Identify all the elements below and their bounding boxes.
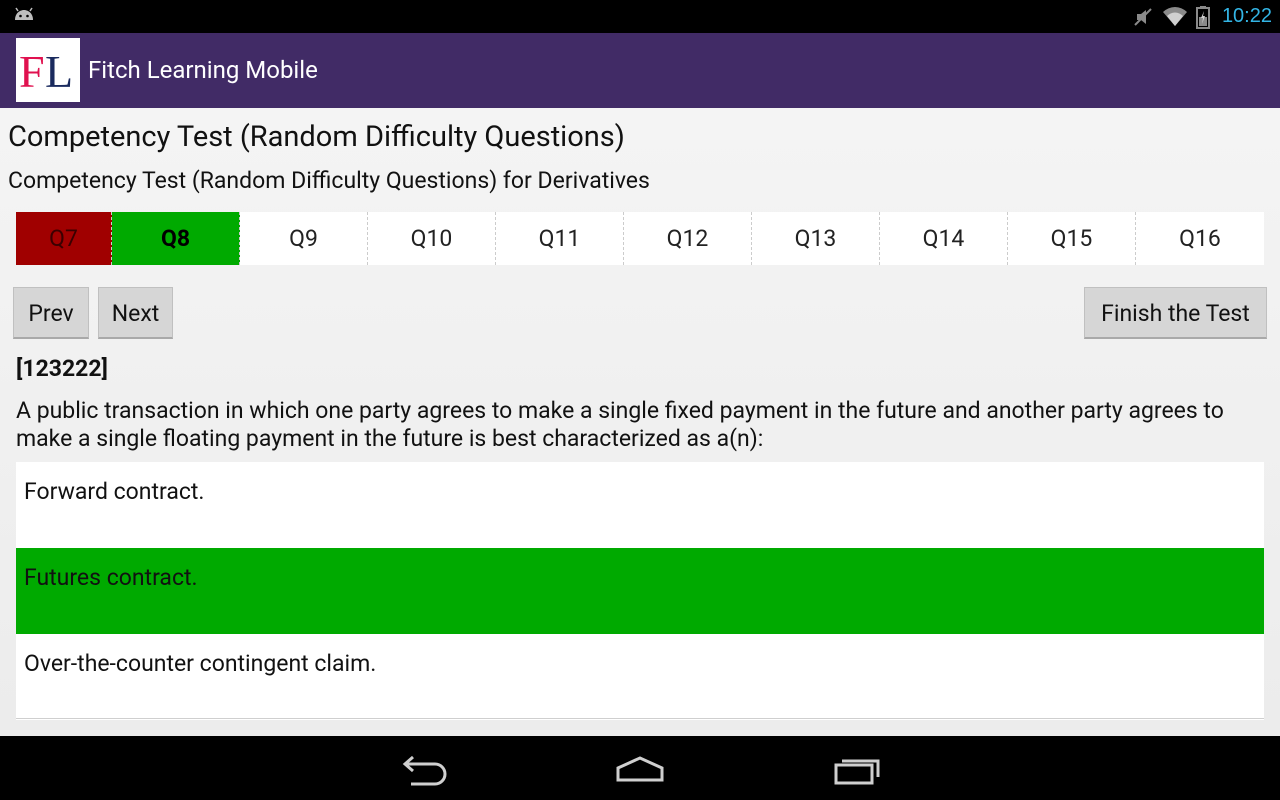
- question-tab-q15[interactable]: Q15: [1008, 212, 1136, 265]
- system-nav-bar: [0, 736, 1280, 800]
- question-tab-q8[interactable]: Q8: [112, 212, 240, 265]
- app-logo[interactable]: F L: [16, 38, 80, 102]
- question-id: [123222]: [16, 355, 108, 382]
- answer-divider: [16, 718, 1264, 719]
- android-notification-icon: [15, 7, 33, 20]
- question-tab-q10[interactable]: Q10: [368, 212, 496, 265]
- prev-button[interactable]: Prev: [13, 287, 89, 339]
- question-tab-q12[interactable]: Q12: [624, 212, 752, 265]
- next-button[interactable]: Next: [98, 287, 173, 339]
- answer-option-2[interactable]: Futures contract.: [16, 548, 1264, 634]
- status-icons: 10:22: [1132, 0, 1272, 33]
- wifi-icon: [1162, 6, 1187, 26]
- answer-option-3[interactable]: Over-the-counter contingent claim.: [16, 634, 1264, 720]
- svg-text:L: L: [45, 46, 73, 95]
- back-icon[interactable]: [395, 750, 455, 786]
- page-subtitle: Competency Test (Random Difficulty Quest…: [8, 167, 650, 194]
- answer-option-1[interactable]: Forward contract.: [16, 462, 1264, 548]
- mute-icon: [1134, 7, 1152, 26]
- finish-test-button[interactable]: Finish the Test: [1084, 287, 1267, 339]
- page-title: Competency Test (Random Difficulty Quest…: [8, 120, 625, 154]
- question-tab-q14[interactable]: Q14: [880, 212, 1008, 265]
- status-time: 10:22: [1221, 5, 1272, 27]
- question-tab-q13[interactable]: Q13: [752, 212, 880, 265]
- question-tab-q16[interactable]: Q16: [1136, 212, 1264, 265]
- action-bar: F L Fitch Learning Mobile: [0, 33, 1280, 108]
- battery-icon: [1195, 5, 1210, 29]
- fl-logo-icon: F L: [19, 46, 73, 95]
- question-text: A public transaction in which one party …: [16, 397, 1224, 452]
- status-bar: 10:22: [0, 0, 1280, 33]
- main-content: Competency Test (Random Difficulty Quest…: [0, 108, 1280, 736]
- recent-apps-icon[interactable]: [828, 750, 888, 786]
- question-tab-q11[interactable]: Q11: [496, 212, 624, 265]
- svg-text:F: F: [19, 46, 45, 95]
- app-title: Fitch Learning Mobile: [88, 56, 318, 84]
- question-tab-q7[interactable]: Q7: [16, 212, 112, 265]
- question-tab-q9[interactable]: Q9: [240, 212, 368, 265]
- home-icon[interactable]: [610, 750, 670, 786]
- question-navigator: Q7 Q8 Q9 Q10 Q11 Q12 Q13 Q14 Q15 Q16: [16, 212, 1264, 265]
